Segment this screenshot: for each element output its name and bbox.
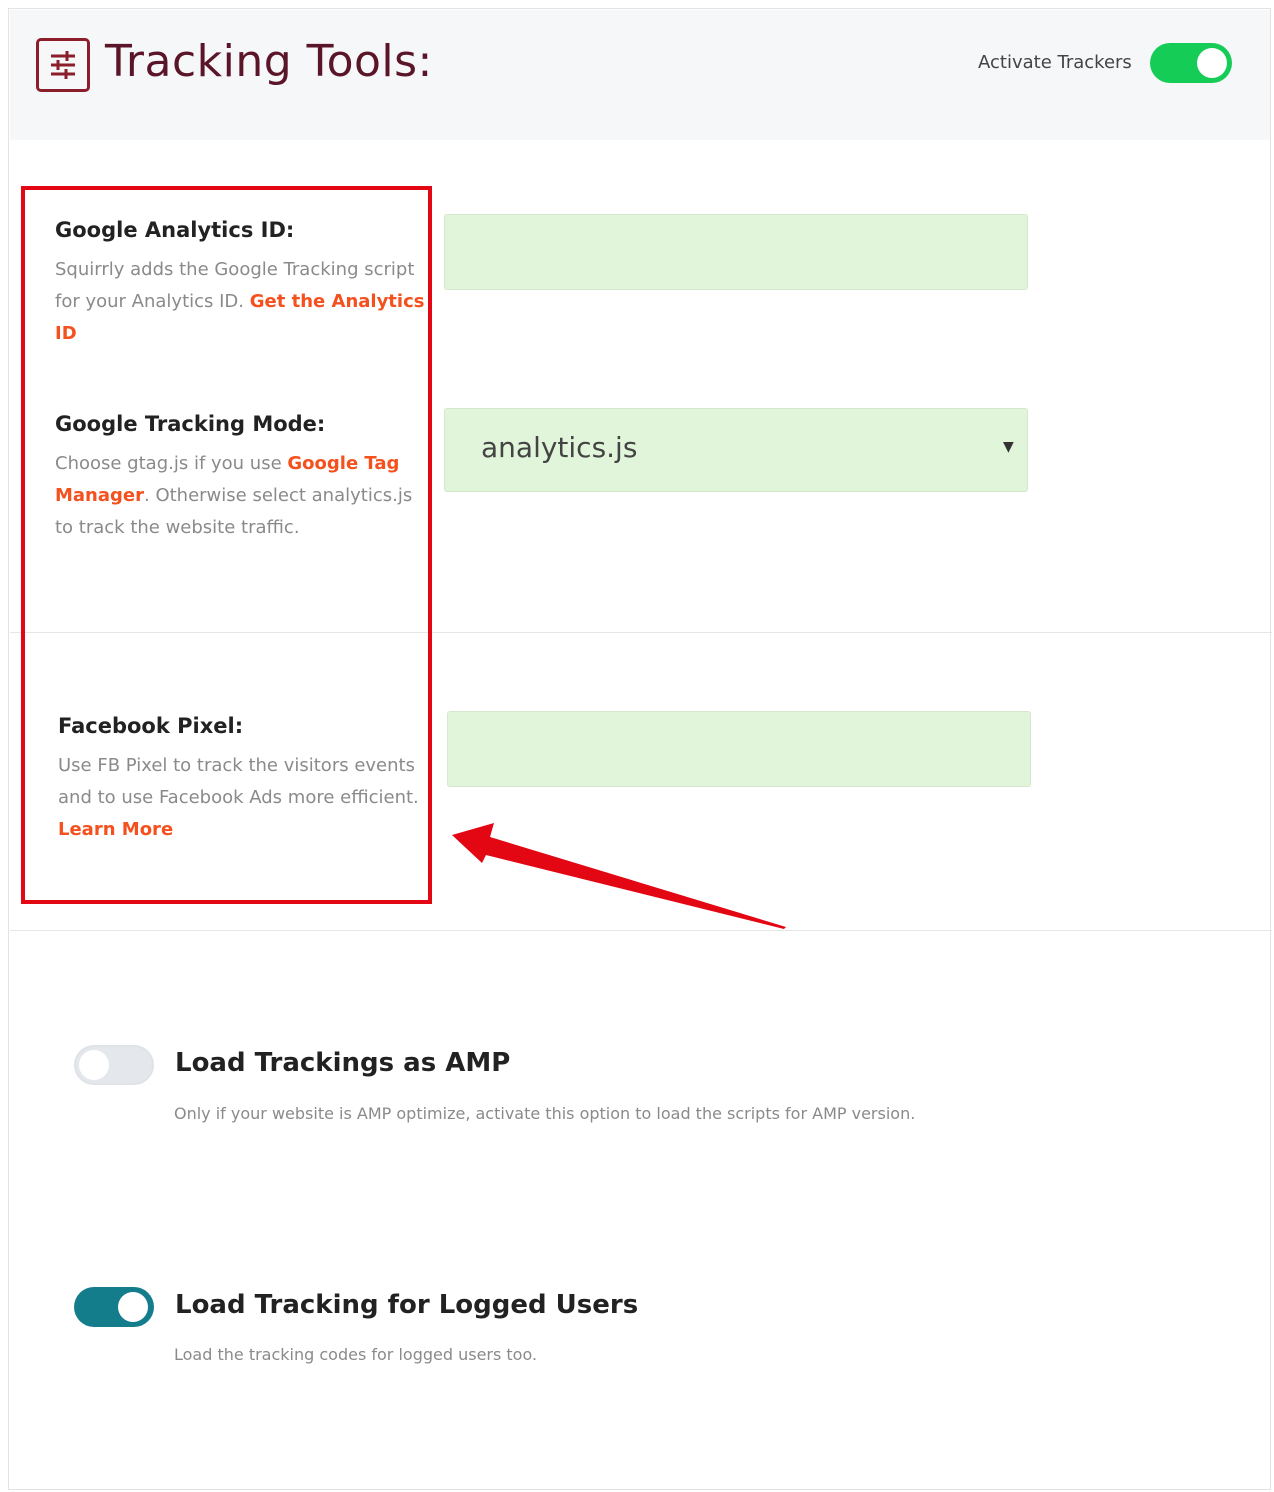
toggle-knob [79,1050,109,1080]
activate-trackers-toggle[interactable] [1150,43,1232,83]
caret-down-icon: ▼ [1003,439,1014,455]
toggle-knob [1197,48,1227,78]
toggle-knob [118,1292,148,1322]
tracking-mode-selected-value: analytics.js [481,431,638,464]
amp-toggle[interactable] [74,1045,154,1085]
logged-users-option-description: Load the tracking codes for logged users… [174,1345,538,1364]
fb-pixel-input[interactable] [447,711,1031,787]
settings-sliders-icon [36,38,90,92]
panel-header: Tracking Tools: Activate Trackers [10,10,1270,140]
activate-trackers-label: Activate Trackers [978,52,1132,73]
ga-id-input[interactable] [444,214,1028,290]
amp-option-title: Load Trackings as AMP [175,1048,511,1078]
annotation-arrow-icon [452,823,786,929]
amp-option-description: Only if your website is AMP optimize, ac… [174,1104,916,1123]
logged-users-option-title: Load Tracking for Logged Users [175,1290,639,1320]
logged-users-toggle[interactable] [74,1287,154,1327]
page-title: Tracking Tools: [105,36,433,87]
tracking-mode-select[interactable]: analytics.js ▼ [444,408,1028,492]
annotation-highlight-box [21,186,432,904]
